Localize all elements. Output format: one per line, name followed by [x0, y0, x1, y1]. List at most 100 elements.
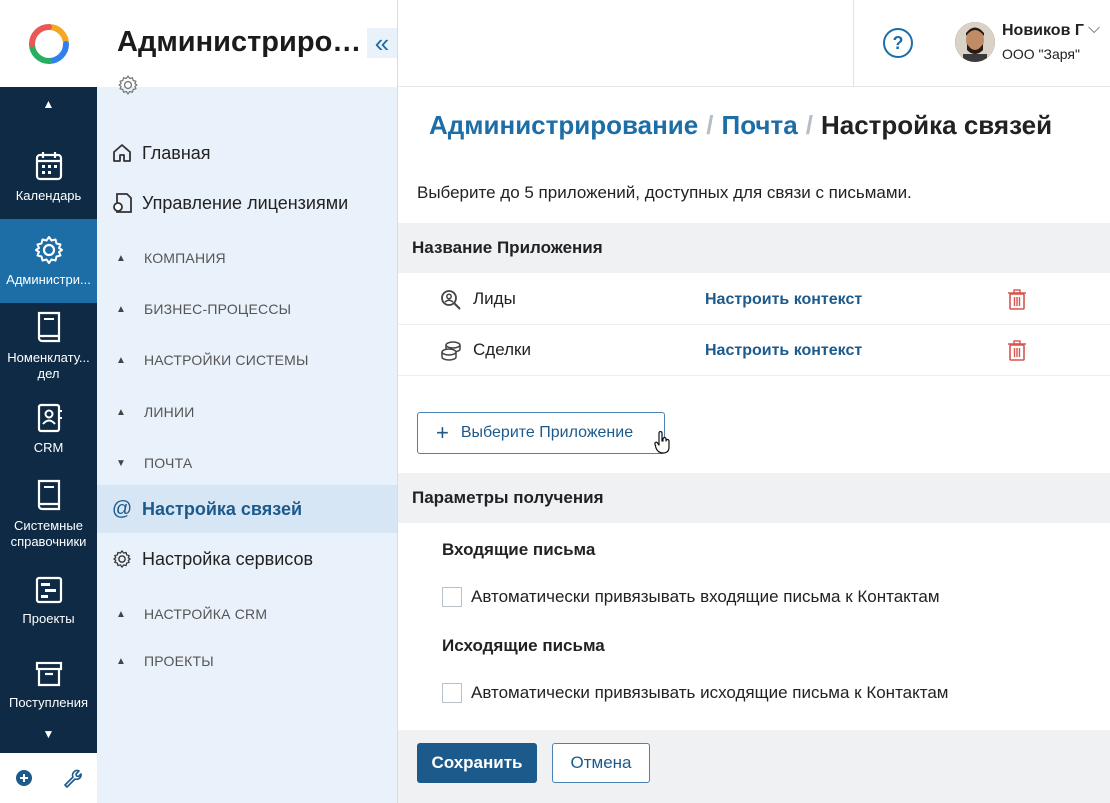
checkbox-label: Автоматически привязывать входящие письм… — [471, 587, 940, 606]
configure-context-link[interactable]: Настроить контекст — [705, 342, 862, 360]
select-app-label: Выберите Приложение — [460, 424, 634, 441]
nav-item-nomenclature[interactable]: Номенклату... дел — [0, 305, 97, 387]
nav-item-incoming[interactable]: Поступления — [0, 648, 97, 722]
nav-item-system-directories[interactable]: Системные справочники — [0, 470, 97, 558]
breadcrumb-separator: / — [706, 110, 714, 140]
wrench-icon[interactable] — [62, 768, 83, 788]
main-nav: ▲ Календарь Администри... Номенклату... … — [0, 0, 97, 803]
user-organization: ООО "Заря" — [1002, 46, 1080, 62]
trash-icon[interactable] — [1007, 340, 1027, 362]
hand-cursor-icon — [654, 431, 670, 454]
collapse-sidebar-button[interactable]: « — [367, 28, 397, 58]
intro-text: Выберите до 5 приложений, доступных для … — [417, 183, 912, 202]
breadcrumb: Администрирование / Почта / Настройка связей — [429, 110, 1052, 141]
projects-icon — [35, 576, 62, 604]
caret-up-icon: ▲ — [116, 655, 126, 667]
incoming-autolink-checkbox[interactable]: Автоматически привязывать входящие письм… — [442, 587, 940, 607]
sidebar-section-lines[interactable]: ▲ ЛИНИИ — [97, 392, 397, 432]
breadcrumb-link-administration[interactable]: Администрирование — [429, 110, 698, 140]
nav-item-crm[interactable]: CRM — [0, 395, 97, 463]
form-footer: Сохранить Отмена — [398, 730, 1110, 803]
configure-context-link[interactable]: Настроить контекст — [705, 291, 862, 309]
at-icon: @ — [111, 497, 133, 520]
user-name[interactable]: Новиков Г — [1002, 22, 1084, 40]
section-label: НАСТРОЙКА CRM — [144, 606, 268, 622]
contact-book-icon — [37, 403, 62, 433]
section-label: КОМПАНИЯ — [144, 250, 226, 266]
sidebar-item-label: Главная — [142, 142, 211, 163]
coins-stack-icon — [441, 341, 461, 361]
sidebar-section-system-settings[interactable]: ▲ НАСТРОЙКИ СИСТЕМЫ — [97, 340, 397, 380]
chevron-down-icon[interactable]: ⌵ — [1088, 20, 1100, 38]
nav-label: Системные справочники — [10, 518, 87, 549]
sidebar-item-label: Настройка сервисов — [142, 548, 314, 569]
breadcrumb-separator: / — [805, 110, 813, 140]
caret-up-icon: ▲ — [116, 406, 126, 418]
inbox-box-icon — [35, 661, 62, 687]
nav-label: Номенклату... дел — [7, 350, 90, 381]
gear-icon — [111, 548, 133, 570]
top-bar: ? Новиков Г ⌵ ООО "Заря" — [398, 0, 1110, 87]
outgoing-mail-title: Исходящие письма — [442, 636, 605, 655]
caret-down-icon: ▼ — [116, 457, 126, 469]
book-icon — [37, 479, 60, 511]
table-row: Сделки Настроить контекст — [398, 325, 1110, 376]
section-label: ЛИНИИ — [144, 404, 195, 420]
section-label: БИЗНЕС-ПРОЦЕССЫ — [144, 301, 292, 317]
sidebar-section-company[interactable]: ▲ КОМПАНИЯ — [97, 238, 397, 278]
sidebar-item-link-settings[interactable]: @ Настройка связей — [97, 485, 397, 533]
outgoing-autolink-checkbox[interactable]: Автоматически привязывать исходящие пись… — [442, 683, 949, 703]
apps-table-header: Название Приложения — [398, 223, 1110, 273]
nav-label: Проекты — [22, 611, 75, 626]
section-label: НАСТРОЙКИ СИСТЕМЫ — [144, 352, 309, 368]
sidebar-title: Администрирование — [117, 26, 367, 58]
main-content: Администрирование / Почта / Настройка связей… — [398, 87, 1110, 803]
nav-label: CRM — [33, 440, 64, 455]
page-title: Настройка связей — [820, 110, 1053, 140]
header-divider — [853, 0, 854, 87]
checkbox[interactable] — [442, 683, 462, 703]
sidebar-item-label: Управление лицензиями — [142, 192, 349, 213]
nav-item-projects[interactable]: Проекты — [0, 566, 97, 636]
nav-label: Поступления — [8, 695, 88, 710]
nav-item-calendar[interactable]: Календарь — [0, 135, 97, 219]
sidebar-item-service-settings[interactable]: Настройка сервисов — [97, 535, 397, 583]
sidebar-settings-gear-icon[interactable] — [117, 74, 139, 96]
nav-label: Администри... — [6, 272, 91, 287]
app-name: Лиды — [473, 289, 516, 308]
nav-item-administration[interactable]: Администри... — [0, 219, 97, 303]
plus-circle-icon[interactable] — [15, 769, 33, 787]
plus-icon: + — [436, 420, 449, 445]
section-label: ПОЧТА — [144, 455, 193, 471]
avatar[interactable] — [955, 22, 995, 62]
nav-bottom-tools — [0, 753, 97, 803]
sidebar-item-licenses[interactable]: Управление лицензиями — [97, 179, 397, 227]
sidebar-section-projects[interactable]: ▲ ПРОЕКТЫ — [97, 641, 397, 681]
app-name: Сделки — [473, 340, 531, 359]
sidebar-header: Администрирование « — [97, 0, 397, 87]
sidebar-item-label: Настройка связей — [142, 498, 303, 519]
trash-icon[interactable] — [1007, 289, 1027, 311]
sidebar-item-home[interactable]: Главная — [97, 129, 397, 177]
checkbox[interactable] — [442, 587, 462, 607]
sidebar-section-business-processes[interactable]: ▲ БИЗНЕС-ПРОЦЕССЫ — [97, 289, 397, 329]
caret-up-icon: ▲ — [116, 303, 126, 315]
caret-up-icon: ▲ — [116, 252, 126, 264]
gear-icon — [34, 236, 63, 264]
nav-scroll-up-icon[interactable]: ▲ — [0, 88, 97, 120]
logo-icon — [28, 23, 69, 64]
sidebar-section-mail[interactable]: ▼ ПОЧТА — [97, 443, 397, 483]
section-label: ПРОЕКТЫ — [144, 653, 214, 669]
nav-scroll-down-icon[interactable]: ▼ — [0, 718, 97, 750]
select-app-button[interactable]: + Выберите Приложение — [417, 412, 665, 454]
sidebar-section-crm-settings[interactable]: ▲ НАСТРОЙКА CRM — [97, 594, 397, 634]
leads-search-icon — [441, 290, 461, 310]
save-button[interactable]: Сохранить — [417, 743, 537, 783]
breadcrumb-link-mail[interactable]: Почта — [722, 110, 798, 140]
incoming-mail-title: Входящие письма — [442, 540, 596, 559]
receive-params-header: Параметры получения — [398, 473, 1110, 523]
cancel-button[interactable]: Отмена — [552, 743, 650, 783]
app-logo[interactable] — [0, 0, 97, 87]
help-icon[interactable]: ? — [883, 28, 913, 58]
admin-sidebar: Администрирование « Главная Управление л… — [97, 0, 398, 803]
